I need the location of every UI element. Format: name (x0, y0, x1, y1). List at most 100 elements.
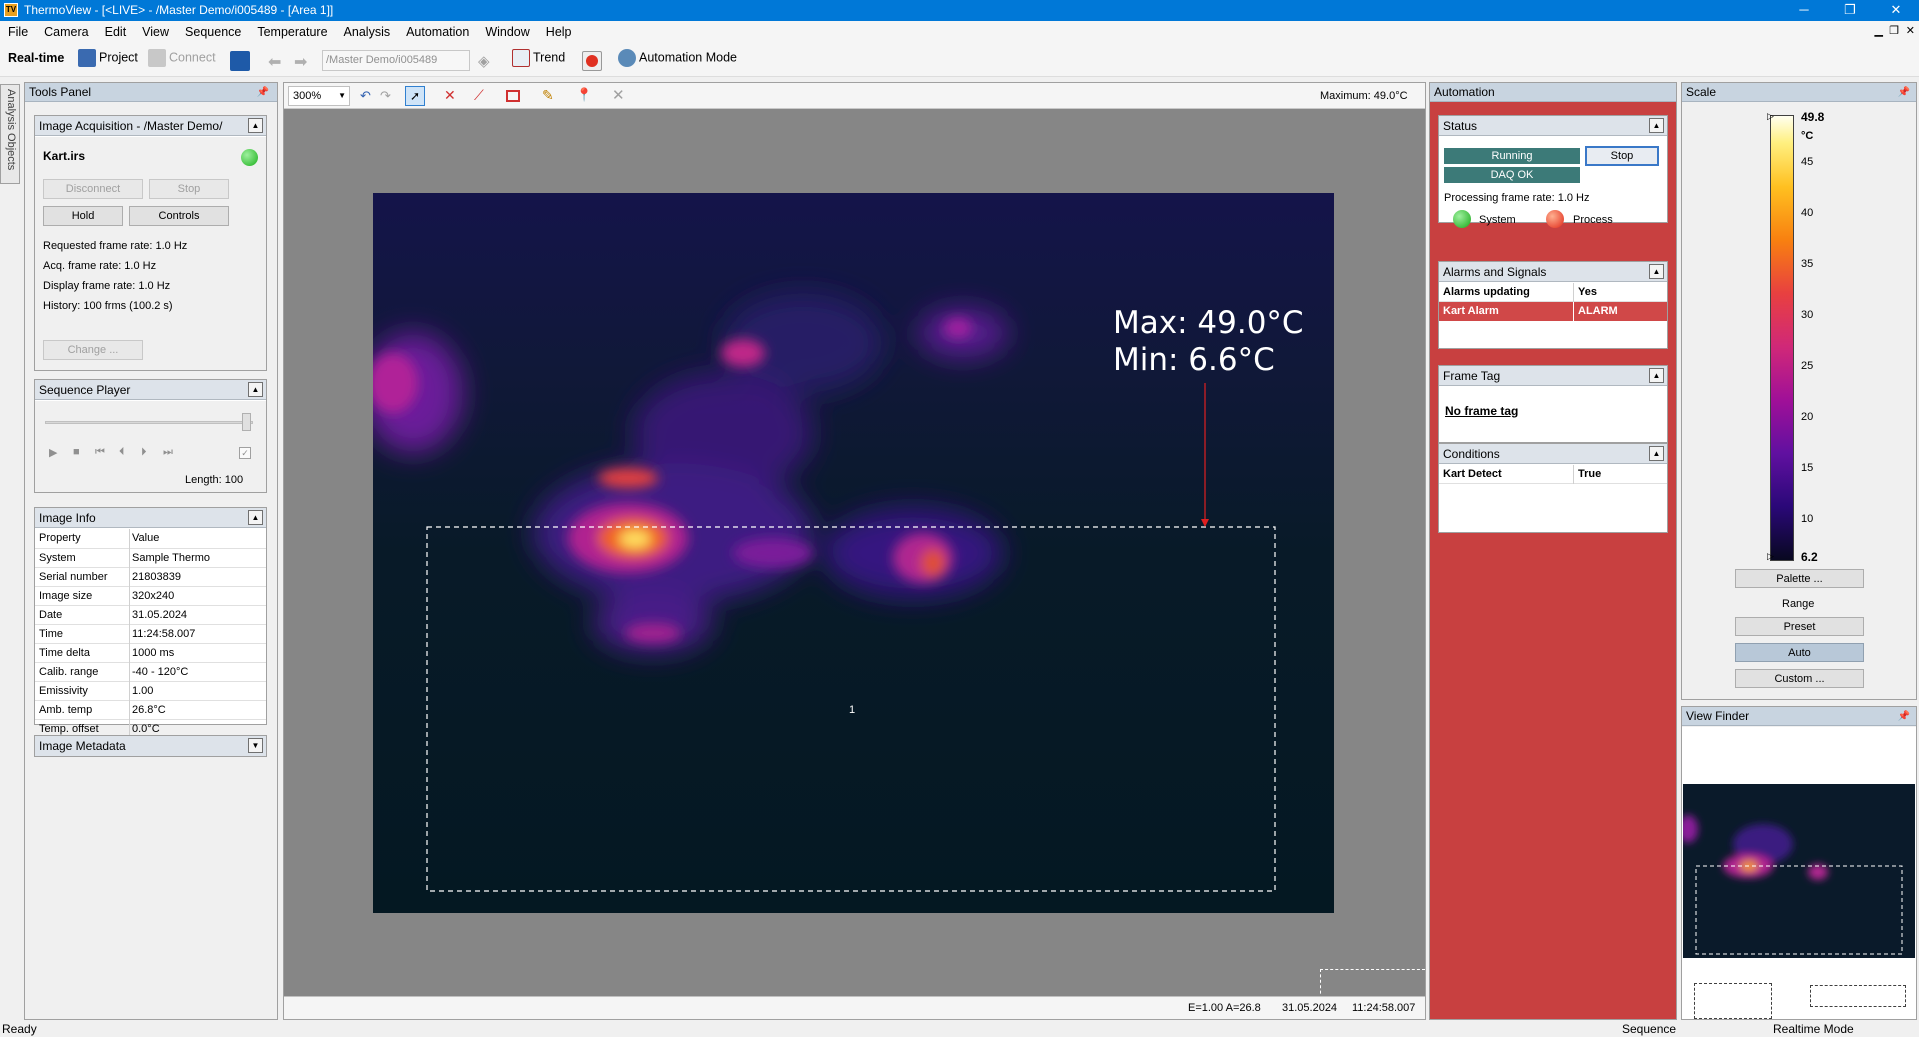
close-button[interactable]: ✕ (1873, 0, 1919, 21)
zoom-select[interactable]: 300% ▼ (288, 86, 350, 106)
play-icon[interactable]: ▶ (49, 446, 57, 459)
delete-tool-icon[interactable]: ✕ (612, 86, 625, 104)
minimize-button[interactable]: ─ (1781, 0, 1827, 21)
forward-arrow-icon[interactable]: ➡ (294, 52, 307, 72)
spot-tool-icon[interactable]: ✕ (444, 87, 456, 104)
maximum-readout: Maximum: 49.0°C (1320, 90, 1408, 102)
expand-meta-button[interactable]: ▼ (248, 738, 263, 753)
collapse-conditions-button[interactable]: ▲ (1649, 446, 1664, 461)
analysis-objects-tab[interactable]: Analysis Objects (0, 84, 20, 184)
display-frame-rate: Display frame rate: 1.0 Hz (43, 280, 171, 292)
frame-tag-value: No frame tag (1445, 404, 1519, 418)
select-tool-icon[interactable]: ➚ (405, 86, 425, 106)
alarm-row-kart: Kart Alarm ALARM (1439, 302, 1667, 321)
info-value: 11:24:58.007 (132, 628, 196, 640)
info-value: 21803839 (132, 571, 181, 583)
pin-icon[interactable]: 📌 (1898, 707, 1910, 726)
controls-button[interactable]: Controls (129, 206, 229, 226)
collapse-seq-button[interactable]: ▲ (248, 382, 263, 397)
path-field[interactable]: /Master Demo/i005489 (322, 50, 470, 71)
trend-button[interactable]: Trend (512, 49, 565, 67)
menu-edit[interactable]: Edit (97, 21, 135, 43)
maximize-button[interactable]: ❐ (1827, 0, 1873, 21)
custom-button[interactable]: Custom ... (1735, 669, 1864, 688)
info-row: Time delta 1000 ms (35, 644, 266, 663)
ruler-tool-icon[interactable]: ✎ (542, 87, 554, 104)
automation-stop-button[interactable]: Stop (1585, 146, 1659, 166)
scale-tick: 10 (1801, 513, 1814, 525)
automation-mode-button[interactable]: Automation Mode (618, 49, 737, 67)
info-row: System Sample Thermo (35, 549, 266, 568)
alarms-title: Alarms and Signals (1443, 265, 1547, 279)
menu-temperature[interactable]: Temperature (249, 21, 335, 43)
rectangle-tool-icon[interactable] (506, 90, 520, 102)
scale-max-arrow-icon[interactable]: ▷ (1767, 111, 1774, 122)
viewfinder-thumbnail[interactable] (1683, 784, 1915, 958)
change-button[interactable]: Change ... (43, 340, 143, 360)
automation-header: Automation (1430, 83, 1676, 102)
image-viewer: 300% ▼ ↶ ↷ ➚ ✕ ⟋ ✎ 📍 ✕ Maximum: 49.0°C M… (283, 82, 1426, 1020)
palette-button[interactable]: Palette ... (1735, 569, 1864, 588)
collapse-acq-button[interactable]: ▲ (248, 118, 263, 133)
hold-button[interactable]: Hold (43, 206, 123, 226)
first-frame-icon[interactable]: ⏮ (95, 446, 105, 459)
record-button[interactable] (582, 51, 602, 71)
menu-automation[interactable]: Automation (398, 21, 477, 43)
conditions-section: Conditions ▲ Kart Detect True (1438, 443, 1668, 533)
info-value: 26.8°C (132, 704, 166, 716)
info-value: 1000 ms (132, 647, 175, 659)
collapse-info-button[interactable]: ▲ (248, 510, 263, 525)
menu-sequence[interactable]: Sequence (177, 21, 249, 43)
menu-camera[interactable]: Camera (36, 21, 96, 43)
menu-help[interactable]: Help (538, 21, 580, 43)
connect-button[interactable]: Connect (148, 49, 216, 67)
requested-frame-rate: Requested frame rate: 1.0 Hz (43, 240, 188, 252)
status-ready: Ready (2, 1022, 37, 1036)
daq-ok-indicator: DAQ OK (1444, 167, 1580, 183)
menu-analysis[interactable]: Analysis (336, 21, 399, 43)
redo-icon[interactable]: ↷ (380, 88, 391, 104)
diamond-icon[interactable]: ◈ (478, 52, 490, 70)
mdi-restore-icon[interactable]: ❐ (1889, 24, 1899, 37)
menu-view[interactable]: View (134, 21, 177, 43)
sequence-slider-handle[interactable] (242, 413, 251, 431)
next-frame-icon[interactable]: ⏵ (141, 446, 147, 459)
info-row: Calib. range -40 - 120°C (35, 663, 266, 682)
prev-frame-icon[interactable]: ⏴ (119, 446, 125, 459)
processing-frame-rate: Processing frame rate: 1.0 Hz (1444, 192, 1590, 204)
back-arrow-icon[interactable]: ⬅ (268, 52, 281, 72)
acq-frame-rate: Acq. frame rate: 1.0 Hz (43, 260, 157, 272)
collapse-status-button[interactable]: ▲ (1649, 118, 1664, 133)
project-button[interactable]: Project (78, 49, 138, 67)
color-scale-bar[interactable] (1770, 115, 1794, 561)
pin-icon[interactable]: 📌 (1898, 83, 1910, 102)
scale-header: Scale 📌 (1682, 83, 1916, 102)
status-mode: Realtime Mode (1773, 1022, 1854, 1036)
auto-button[interactable]: Auto (1735, 643, 1864, 662)
menu-window[interactable]: Window (477, 21, 537, 43)
collapse-alarms-button[interactable]: ▲ (1649, 264, 1664, 279)
loop-checkbox[interactable]: ✓ (239, 447, 251, 459)
running-indicator: Running (1444, 148, 1580, 164)
last-frame-icon[interactable]: ⏭ (163, 446, 173, 459)
collapse-frametag-button[interactable]: ▲ (1649, 368, 1664, 383)
mdi-minimize-icon[interactable]: ▁ (1875, 24, 1883, 37)
seq-body: ▶ ■ ⏮ ⏴ ⏵ ⏭ ✓ Length: 100 (35, 401, 266, 492)
stop-icon[interactable]: ■ (73, 446, 80, 458)
disconnect-button[interactable]: Disconnect (43, 179, 143, 199)
thermal-image[interactable]: Max: 49.0°C Min: 6.6°C 1 (373, 193, 1334, 913)
pin-tool-icon[interactable]: 📍 (576, 87, 592, 103)
preset-button[interactable]: Preset (1735, 617, 1864, 636)
scale-max-value: 49.8 (1801, 110, 1825, 124)
stop-acq-button[interactable]: Stop (149, 179, 229, 199)
undo-icon[interactable]: ↶ (360, 88, 371, 104)
menu-file[interactable]: File (0, 21, 36, 43)
project-label: Project (99, 50, 138, 65)
sequence-slider-track[interactable] (45, 421, 253, 424)
save-icon[interactable] (230, 51, 250, 71)
scale-min-arrow-icon[interactable]: ▷ (1767, 551, 1774, 562)
pin-icon[interactable]: 📌 (257, 83, 269, 102)
line-tool-icon[interactable]: ⟋ (474, 87, 484, 104)
info-property: Date (39, 609, 63, 621)
mdi-close-icon[interactable]: ✕ (1906, 24, 1915, 37)
